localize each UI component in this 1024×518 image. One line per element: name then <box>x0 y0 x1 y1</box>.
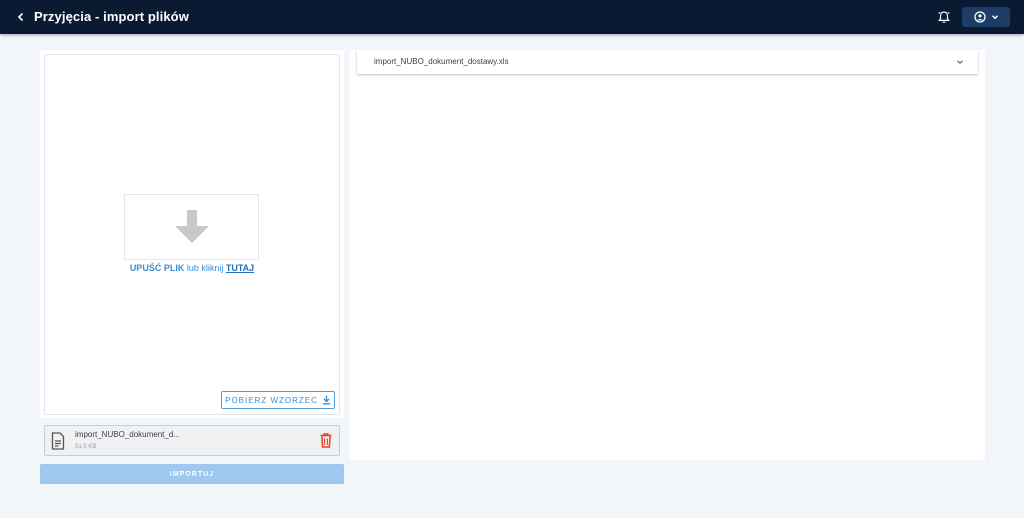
file-name: import_NUBO_dokument_d... <box>75 430 180 439</box>
chevron-down-icon <box>957 60 963 65</box>
chevron-left-icon <box>17 12 24 22</box>
notifications-button[interactable] <box>935 8 953 26</box>
drop-target-box[interactable] <box>124 194 259 260</box>
import-button[interactable]: IMPORTUJ <box>40 464 344 484</box>
chevron-down-icon <box>991 15 998 20</box>
user-menu-button[interactable] <box>962 7 1010 27</box>
page-title: Przyjęcia - import plików <box>34 9 189 24</box>
bell-icon <box>937 11 951 23</box>
top-bar: Przyjęcia - import plików <box>0 0 1024 34</box>
drop-label-strong: UPUŚĆ PLIK <box>129 263 185 273</box>
download-template-button[interactable]: POBIERZ WZORZEC <box>221 391 335 409</box>
accordion-title: import_NUBO_dokument_dostawy.xls <box>374 57 509 66</box>
download-icon <box>322 395 330 405</box>
click-here-link[interactable]: TUTAJ <box>226 263 254 273</box>
drop-instructions: UPUŚĆ PLIK lub kliknij TUTAJ <box>44 263 340 273</box>
selected-file-card: import_NUBO_dokument_d... 51.5 KB <box>44 425 340 456</box>
file-size: 51.5 KB <box>75 444 97 450</box>
preview-panel <box>350 50 985 460</box>
trash-icon[interactable] <box>320 433 332 448</box>
back-button[interactable] <box>12 8 30 26</box>
user-circle-icon <box>973 11 986 23</box>
document-icon <box>51 432 65 450</box>
arrow-down-icon <box>174 210 209 243</box>
drop-label-middle: lub kliknij <box>184 263 226 273</box>
file-preview-accordion[interactable]: import_NUBO_dokument_dostawy.xls <box>357 50 978 74</box>
download-template-label: POBIERZ WZORZEC <box>225 395 318 405</box>
